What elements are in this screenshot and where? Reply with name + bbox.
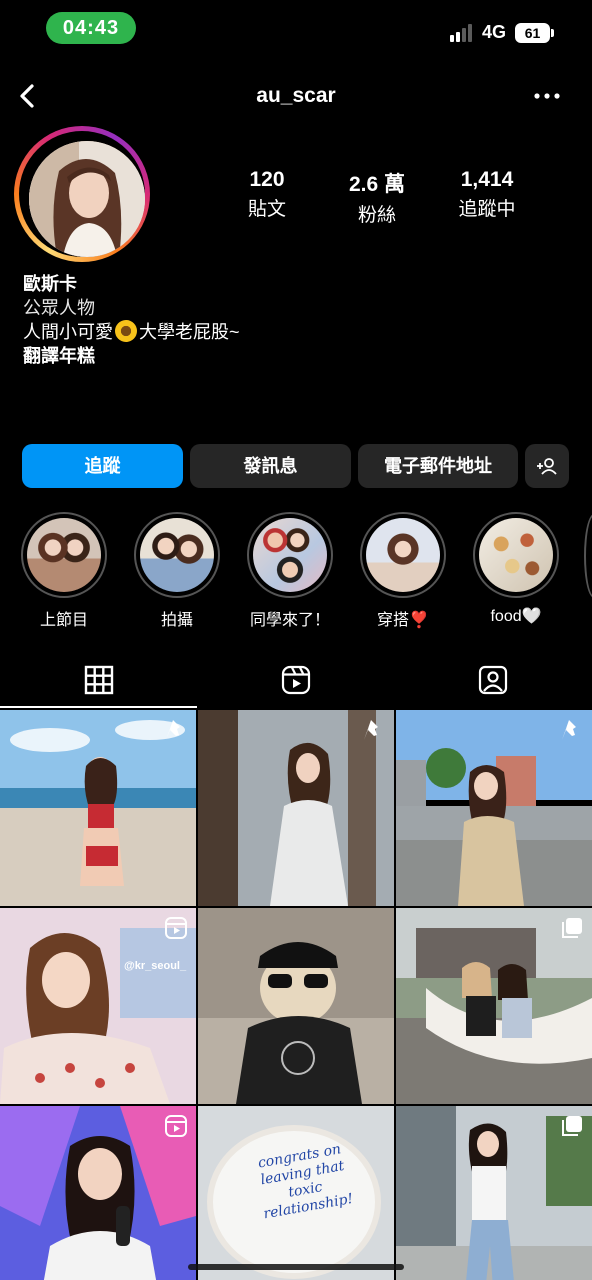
post-tile[interactable] — [0, 710, 196, 906]
reels-icon — [281, 665, 311, 695]
tab-posts-grid[interactable] — [0, 656, 197, 708]
reel-icon — [165, 917, 187, 939]
profile-category: 公眾人物 — [23, 298, 95, 318]
home-indicator — [188, 1264, 404, 1270]
stat-followers-count: 2.6 萬 — [348, 173, 406, 196]
bio-text: 人間小可愛 大學老屁股~ — [23, 320, 563, 344]
highlight-thumbnail — [140, 518, 214, 592]
pinned-icon — [166, 720, 180, 740]
grid-icon — [84, 665, 114, 695]
stat-followers[interactable]: 2.6 萬 粉絲 — [322, 168, 432, 227]
follow-button[interactable]: 追蹤 — [22, 444, 183, 488]
post-tile[interactable] — [198, 908, 394, 1104]
email-button[interactable]: 電子郵件地址 — [358, 444, 518, 488]
highlight-food[interactable]: food🤍 — [466, 512, 566, 626]
highlight-thumbnail — [253, 518, 327, 592]
avatar[interactable] — [29, 141, 145, 257]
stat-following-count: 1,414 — [460, 168, 514, 191]
stat-following-label: 追蹤中 — [458, 199, 516, 220]
suggested-users-button[interactable] — [525, 444, 569, 488]
highlight-thumbnail — [366, 518, 440, 592]
post-tile[interactable]: congrats on leaving that toxic relations… — [198, 1106, 394, 1280]
battery-tip — [551, 29, 554, 37]
profile-name: 歐斯卡 — [23, 274, 77, 294]
active-tab-indicator — [0, 706, 197, 708]
story-ring[interactable] — [14, 126, 150, 262]
stat-posts[interactable]: 120 貼文 — [212, 168, 322, 221]
sunflower-icon — [115, 320, 137, 342]
tagged-icon — [478, 665, 508, 695]
post-tile[interactable] — [396, 908, 592, 1104]
stat-followers-label: 粉絲 — [357, 205, 396, 226]
post-overlay-text: @kr_seoul_ — [124, 960, 187, 972]
tab-reels[interactable] — [197, 656, 394, 708]
stat-posts-label: 貼文 — [247, 199, 286, 220]
carousel-icon — [562, 1116, 582, 1136]
highlight-label: food🤍 — [490, 608, 542, 625]
post-tile[interactable]: @kr_seoul_ — [0, 908, 196, 1104]
pinned-icon — [364, 720, 378, 740]
battery-icon: 61 — [515, 23, 550, 43]
signal-icon — [450, 24, 476, 42]
bio-text-start: 人間小可愛 — [23, 322, 113, 342]
post-tile[interactable] — [198, 710, 394, 906]
stat-following[interactable]: 1,414 追蹤中 — [432, 168, 542, 221]
profile-username: au_scar — [256, 84, 336, 107]
message-button[interactable]: 發訊息 — [190, 444, 351, 488]
reel-icon — [165, 1115, 187, 1137]
add-user-icon — [537, 458, 557, 475]
status-time[interactable]: 04:43 — [46, 12, 136, 44]
more-options-icon[interactable] — [532, 82, 562, 110]
post-tile[interactable] — [396, 1106, 592, 1280]
highlight-photoshoot[interactable]: 拍攝 — [127, 512, 227, 630]
highlight-thumbnail — [479, 518, 553, 592]
tab-tagged[interactable] — [394, 656, 591, 708]
bio-text-end: 大學老屁股~ — [139, 322, 240, 342]
highlight-tv-show[interactable]: 上節目 — [14, 512, 114, 630]
highlight-label: 上節目 — [39, 612, 88, 629]
highlight-outfits[interactable]: 穿搭❣️ — [353, 512, 453, 630]
carousel-icon — [562, 918, 582, 938]
pinned-icon — [562, 720, 576, 740]
network-type: 4G — [482, 22, 507, 42]
stat-posts-count: 120 — [249, 168, 285, 191]
highlight-label: 同學來了！ — [249, 612, 330, 629]
translate-link[interactable]: 翻譯年糕 — [23, 344, 563, 368]
highlight-label: 拍攝 — [160, 612, 193, 629]
highlight-partial[interactable] — [584, 514, 592, 598]
status-bar: 04:43 4G 61 — [0, 0, 592, 58]
profile-header: au_scar — [0, 72, 592, 122]
profile-bio: 歐斯卡 公眾人物 人間小可愛 大學老屁股~ 翻譯年糕 — [23, 272, 563, 368]
post-tile[interactable] — [0, 1106, 196, 1280]
profile-tabs — [0, 656, 592, 708]
highlight-thumbnail — [27, 518, 101, 592]
highlight-classmates[interactable]: 同學來了！ — [240, 512, 340, 630]
highlight-label: 穿搭❣️ — [377, 612, 429, 629]
post-tile[interactable] — [396, 710, 592, 906]
